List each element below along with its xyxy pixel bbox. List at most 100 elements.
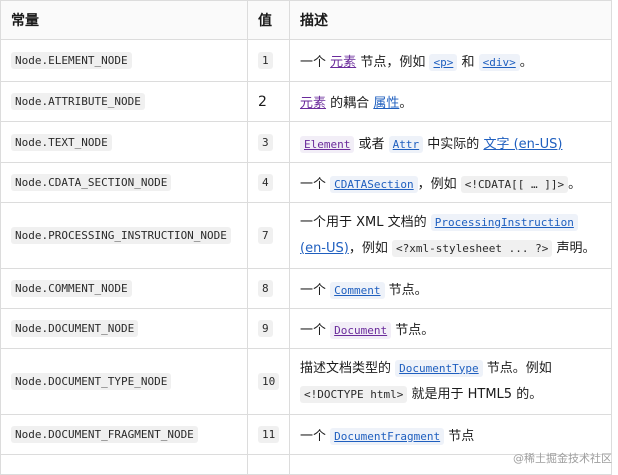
value-cell: 11 (247, 414, 290, 455)
desc-text: 节点。 (388, 283, 428, 298)
code-processinginstruction: ProcessingInstruction (430, 213, 578, 231)
link-element-api[interactable]: Element (300, 135, 355, 153)
table-header-row: 常量 值 描述 (0, 0, 612, 40)
constant-code: Node.ATTRIBUTE_NODE (11, 93, 145, 110)
desc-text: ，例如 (417, 177, 457, 192)
constant-code: Node.DOCUMENT_TYPE_NODE (11, 373, 172, 390)
desc-text: 就是用于 HTML5 的。 (411, 386, 543, 402)
link-processinginstruction[interactable]: ProcessingInstruction (430, 213, 578, 231)
empty-cell (0, 454, 248, 475)
code-cdata-example: <!CDATA[[ … ]]> (460, 176, 569, 193)
code-documenttype: DocumentType (395, 359, 483, 377)
desc-text: ，例如 (348, 240, 388, 256)
link-attribute[interactable]: 属性 (373, 96, 399, 111)
desc-text: 。 (399, 96, 413, 111)
desc-text: 中实际的 (427, 136, 480, 152)
value-code: 3 (258, 133, 273, 151)
desc-text: 。 (519, 55, 533, 70)
link-element[interactable]: 元素 (330, 55, 356, 70)
table-row: Node.DOCUMENT_TYPE_NODE 10 描述文档类型的 Docum… (0, 348, 612, 415)
value-code: 10 (258, 373, 280, 390)
table-row: Node.COMMENT_NODE 8 一个 Comment 节点。 (0, 268, 612, 309)
description-cell: 描述文档类型的 DocumentType 节点。例如 <!DOCTYPE htm… (289, 348, 612, 415)
value-cell: 10 (247, 348, 290, 415)
desc-text: 节点。例如 (486, 360, 552, 376)
link-documentfragment[interactable]: DocumentFragment (330, 428, 445, 445)
desc-text: 或者 (358, 136, 385, 152)
code-comment: Comment (330, 282, 385, 299)
link-comment[interactable]: Comment (330, 282, 385, 299)
constant-code: Node.ELEMENT_NODE (11, 52, 132, 69)
table-row: Node.DOCUMENT_NODE 9 一个 Document 节点。 (0, 308, 612, 349)
desc-text: 节点。 (395, 323, 435, 338)
constant-cell: Node.PROCESSING_INSTRUCTION_NODE (0, 202, 248, 269)
constant-code: Node.PROCESSING_INSTRUCTION_NODE (11, 227, 231, 244)
table-row: Node.CDATA_SECTION_NODE 4 一个 CDATASectio… (0, 162, 612, 203)
link-en-us[interactable]: (en-US) (300, 241, 349, 256)
link-document[interactable]: Document (330, 322, 392, 339)
desc-text: 和 (461, 55, 475, 70)
description-cell: 一个用于 XML 文档的 ProcessingInstruction (en-U… (289, 202, 612, 269)
code-doctype: <!DOCTYPE html> (300, 385, 408, 403)
table-row: Node.DOCUMENT_FRAGMENT_NODE 11 一个 Docume… (0, 414, 612, 455)
description-cell: 一个 Comment 节点。 (289, 268, 612, 309)
desc-text: 的耦合 (330, 96, 370, 111)
value-code: 1 (258, 52, 273, 69)
description-cell: 一个 DocumentFragment 节点 (289, 414, 612, 455)
table-row: Node.TEXT_NODE 3 Element 或者 Attr 中实际的 文字… (0, 121, 612, 163)
code-element: Element (300, 135, 355, 153)
value-code: 9 (258, 320, 273, 337)
code-document: Document (330, 322, 392, 339)
constant-cell: Node.TEXT_NODE (0, 121, 248, 163)
desc-text: 。 (568, 177, 582, 192)
code-div-tag: <div> (478, 54, 520, 71)
link-cdatasection[interactable]: CDATASection (330, 176, 418, 193)
value-text: 2 (258, 93, 267, 110)
description-cell: 一个 Document 节点。 (289, 308, 612, 349)
constant-code: Node.CDATA_SECTION_NODE (11, 174, 172, 191)
table-row: Node.PROCESSING_INSTRUCTION_NODE 7 一个用于 … (0, 202, 612, 269)
value-code: 11 (258, 426, 280, 443)
desc-text: 节点 (448, 429, 475, 444)
watermark: @稀土掘金技术社区 (513, 452, 612, 465)
code-documentfragment: DocumentFragment (330, 428, 445, 445)
header-description: 描述 (289, 0, 612, 40)
value-cell: 1 (247, 39, 290, 82)
description-cell: Element 或者 Attr 中实际的 文字 (en-US) (289, 121, 612, 163)
link-text[interactable]: 文字 (en-US) (483, 137, 562, 152)
constant-cell: Node.ATTRIBUTE_NODE (0, 81, 248, 122)
value-code: 8 (258, 280, 273, 297)
code-cdatasection: CDATASection (330, 176, 418, 193)
value-cell: 7 (247, 202, 290, 269)
link-element[interactable]: 元素 (300, 96, 326, 111)
desc-text: 声明。 (556, 240, 596, 256)
code-p-tag: <p> (429, 54, 458, 71)
value-cell: 3 (247, 121, 290, 163)
description-cell: 一个 CDATASection ，例如 <!CDATA[[ … ]]>。 (289, 162, 612, 203)
code-xml-stylesheet: <?xml-stylesheet ... ?> (392, 239, 553, 257)
link-div-tag[interactable]: <div> (478, 54, 520, 71)
link-documenttype[interactable]: DocumentType (395, 359, 483, 377)
constant-cell: Node.CDATA_SECTION_NODE (0, 162, 248, 203)
node-type-constants-table: 常量 值 描述 Node.ELEMENT_NODE 1 一个 元素 节点，例如 … (0, 0, 612, 475)
table-row: Node.ELEMENT_NODE 1 一个 元素 节点，例如 <p> 和 <d… (0, 39, 612, 82)
value-cell: 2 (247, 81, 290, 122)
constant-cell: Node.DOCUMENT_FRAGMENT_NODE (0, 414, 248, 455)
value-code: 4 (258, 174, 273, 191)
constant-code: Node.DOCUMENT_NODE (11, 320, 139, 337)
header-value: 值 (247, 0, 290, 40)
header-constant: 常量 (0, 0, 248, 40)
constant-code: Node.DOCUMENT_FRAGMENT_NODE (11, 426, 198, 443)
value-cell: 4 (247, 162, 290, 203)
desc-text: 描述文档类型的 (300, 360, 392, 376)
desc-text: 一个 (300, 55, 327, 70)
constant-cell: Node.COMMENT_NODE (0, 268, 248, 309)
table-row: Node.ATTRIBUTE_NODE 2 元素 的耦合 属性。 (0, 81, 612, 122)
link-attr-api[interactable]: Attr (388, 135, 424, 153)
link-p-tag[interactable]: <p> (429, 54, 458, 71)
value-cell: 9 (247, 308, 290, 349)
constant-cell: Node.DOCUMENT_TYPE_NODE (0, 348, 248, 415)
desc-text: 一个 (300, 177, 327, 192)
description-cell: 元素 的耦合 属性。 (289, 81, 612, 122)
desc-text: 一个 (300, 429, 327, 444)
